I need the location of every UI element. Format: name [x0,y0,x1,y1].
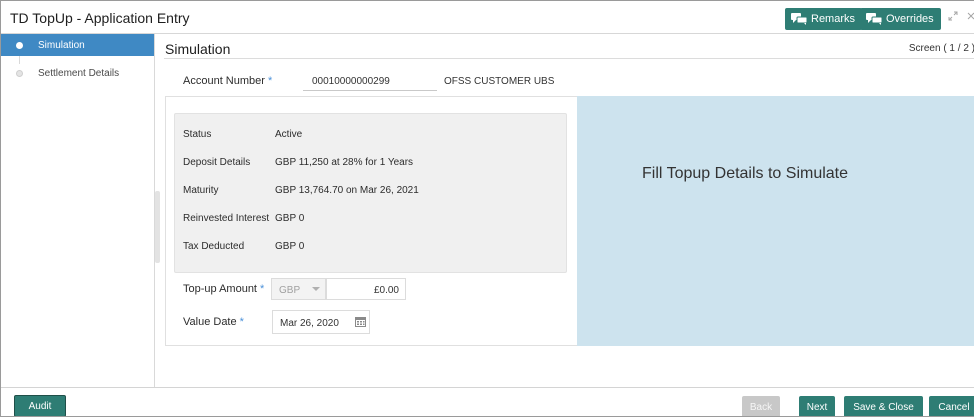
step-indicator-icon [16,41,23,49]
topup-amount-input[interactable]: £0.00 [326,278,406,300]
account-number-field[interactable]: 00010000000299 [303,69,437,91]
summary-key: Deposit Details [183,157,251,168]
value-date-label: Value Date * [183,316,244,328]
footer-bar: Audit Back Next Save & Close Cancel [1,387,974,416]
divider [164,58,974,59]
remarks-button[interactable]: Remarks [785,8,863,30]
screen-indicator: Screen ( 1 / 2 ) [908,43,974,54]
back-button[interactable]: Back [742,396,780,416]
step-sidebar: Simulation Settlement Details [1,34,155,387]
main-content: Simulation Screen ( 1 / 2 ) Account Numb… [156,34,974,387]
page-title: Simulation [165,41,231,57]
summary-key: Reinvested Interest [183,213,270,224]
step-indicator-icon [16,69,23,77]
remarks-label: Remarks [811,13,856,25]
summary-value: GBP 0 [275,241,305,252]
summary-key: Status [183,129,212,140]
calendar-icon[interactable] [355,316,366,327]
app-window: TD TopUp - Application Entry Remarks Ove… [0,0,974,417]
sidebar-item-settlement-details[interactable]: Settlement Details [1,62,154,84]
overrides-label: Overrides [886,13,934,25]
account-number-label: Account Number * [183,75,273,87]
simulation-panel: Fill Topup Details to Simulate [577,96,974,346]
required-marker: * [239,316,244,328]
sidebar-item-simulation[interactable]: Simulation [1,34,154,56]
app-header: TD TopUp - Application Entry Remarks Ove… [1,1,974,34]
topup-amount-label: Top-up Amount * [183,283,265,295]
audit-button[interactable]: Audit [14,395,66,416]
summary-key: Maturity [183,185,219,196]
sidebar-item-label: Simulation [38,39,85,51]
save-close-button[interactable]: Save & Close [844,396,923,416]
required-marker: * [260,283,265,295]
summary-value: Active [275,129,303,140]
maximize-icon[interactable] [948,11,958,24]
deposit-summary: Status Active Deposit Details GBP 11,250… [174,113,567,273]
summary-key: Tax Deducted [183,241,245,252]
overrides-button[interactable]: Overrides [860,8,941,30]
chevron-down-icon [312,287,320,291]
summary-value: GBP 13,764.70 on Mar 26, 2021 [275,185,419,196]
close-icon[interactable] [967,11,974,24]
simulation-message: Fill Topup Details to Simulate [642,165,849,182]
summary-value: GBP 11,250 at 28% for 1 Years [275,157,414,168]
required-marker: * [267,75,273,87]
chat-icon [866,13,882,25]
app-title: TD TopUp - Application Entry [10,10,190,26]
customer-name: OFSS CUSTOMER UBS [444,76,555,87]
next-button[interactable]: Next [799,396,835,416]
chat-icon [791,13,807,25]
sidebar-item-label: Settlement Details [38,67,120,79]
summary-value: GBP 0 [275,213,305,224]
cancel-button[interactable]: Cancel [929,396,974,416]
